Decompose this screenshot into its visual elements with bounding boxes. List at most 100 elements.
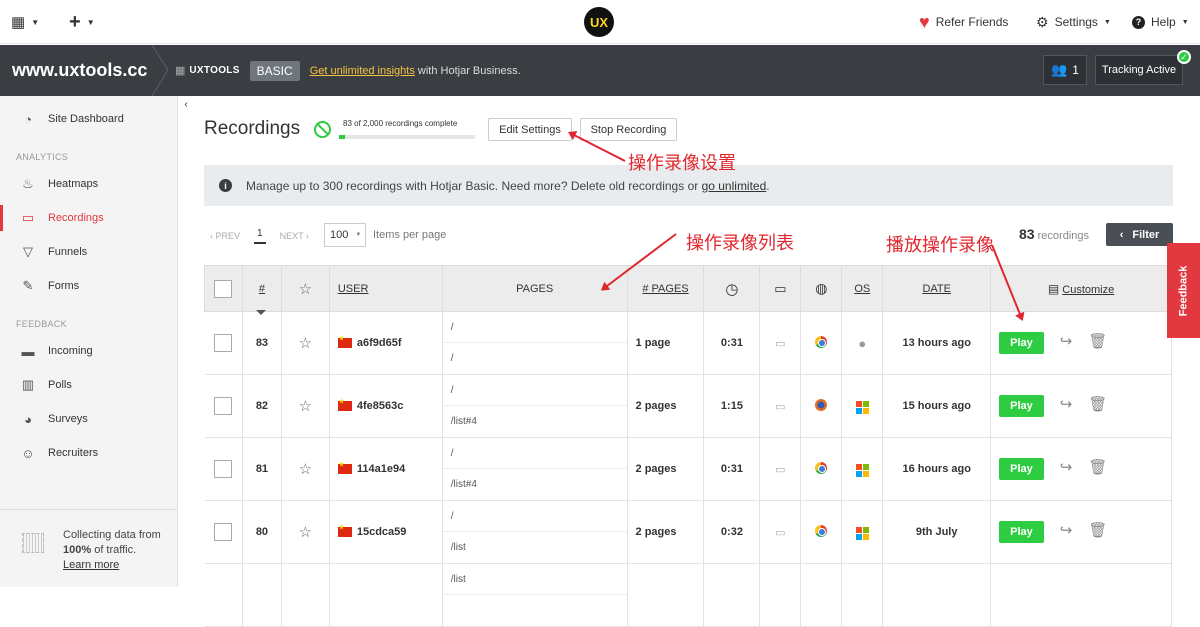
row-user[interactable]: 4fe8563c <box>329 374 443 438</box>
favorite-toggle[interactable] <box>281 563 330 627</box>
sidebar-item-surveys[interactable]: ◕ Surveys <box>0 402 178 436</box>
customize-columns[interactable]: ▤ Customize <box>990 265 1172 312</box>
sidebar-item-polls[interactable]: ▥ Polls <box>0 368 178 402</box>
per-page-select[interactable]: 100 ▼ <box>324 223 366 247</box>
table-row[interactable]: 82 ☆ 4fe8563c / /list#4 2 pages1:15 ▭ 15 hours … <box>204 374 1172 438</box>
favorite-toggle[interactable]: ☆ <box>281 500 330 564</box>
sidebar-item-incoming[interactable]: ▬ Incoming <box>0 334 178 368</box>
col-num-pages[interactable]: # PAGES <box>626 265 705 312</box>
sidebar-item-label: Forms <box>48 280 80 292</box>
trash-icon[interactable]: 🗑 <box>1088 396 1107 413</box>
play-button[interactable]: Play <box>999 521 1044 543</box>
prev-page-button[interactable]: ‹ PREV <box>210 231 240 241</box>
table-row[interactable]: /list <box>204 563 1172 627</box>
site-switcher[interactable]: ▦ ▼ <box>11 0 39 44</box>
stop-recording-button[interactable]: Stop Recording <box>580 118 677 141</box>
refer-friends-link[interactable]: ♥ Refer Friends <box>919 0 1008 44</box>
share-icon[interactable]: ↪ <box>1060 459 1073 476</box>
tracking-status-button[interactable]: Tracking Active <box>1095 55 1183 85</box>
chevron-down-icon: ▼ <box>1103 18 1111 26</box>
flame-icon: ♨ <box>22 176 34 191</box>
pagination: ‹ PREV 1 NEXT › <box>210 224 309 248</box>
row-duration: 0:31 <box>703 311 761 375</box>
collapse-sidebar-icon[interactable]: ‹ <box>179 97 193 111</box>
row-checkbox[interactable] <box>204 500 243 564</box>
current-page[interactable]: 1 <box>254 228 266 244</box>
row-os <box>841 563 884 627</box>
upsell-link[interactable]: Get unlimited insights <box>310 65 415 77</box>
row-checkbox[interactable] <box>204 563 243 627</box>
play-button[interactable]: Play <box>999 332 1044 354</box>
favorite-toggle[interactable]: ☆ <box>281 437 330 501</box>
feedback-tab[interactable]: Feedback <box>1167 243 1200 338</box>
sidebar-item-dashboard[interactable]: ◔ Site Dashboard <box>0 102 178 136</box>
collect-line1: Collecting data from <box>63 529 161 541</box>
settings-menu[interactable]: ⚙ Settings ▼ <box>1036 0 1111 44</box>
row-checkbox[interactable] <box>204 437 243 501</box>
col-user-label: USER <box>337 282 369 295</box>
filter-button[interactable]: ‹ Filter <box>1106 223 1173 246</box>
row-device: ▭ <box>759 437 802 501</box>
row-user[interactable]: a6f9d65f <box>329 311 443 375</box>
dashboard-icon: ◔ <box>24 111 32 127</box>
col-device[interactable]: ▭ <box>759 265 802 312</box>
sidebar-item-recruiters[interactable]: ☺ Recruiters <box>0 436 178 470</box>
edit-settings-button[interactable]: Edit Settings <box>488 118 572 141</box>
col-num-pages-label: # PAGES <box>642 282 689 295</box>
col-os[interactable]: OS <box>841 265 884 312</box>
col-user[interactable]: USER <box>328 265 443 312</box>
sidebar-item-recordings[interactable]: ▭ Recordings <box>0 201 178 235</box>
pie-chart-icon: ◕ <box>24 411 32 427</box>
team-users-button[interactable]: 👥 1 <box>1043 55 1087 85</box>
user-id: 15cdca59 <box>356 526 407 538</box>
row-user[interactable] <box>329 563 443 627</box>
settings-label: Settings <box>1054 15 1098 29</box>
table-row[interactable]: 81 ☆ 114a1e94 / /list#4 2 pages0:31 ▭ 16 hours … <box>204 437 1172 501</box>
play-button[interactable]: Play <box>999 395 1044 417</box>
col-duration[interactable]: ◷ <box>703 265 761 312</box>
row-num-pages: 1 page <box>627 311 705 375</box>
help-menu[interactable]: ? Help ▼ <box>1132 0 1189 44</box>
next-page-button[interactable]: NEXT › <box>280 231 309 241</box>
go-unlimited-link[interactable]: go unlimited <box>702 179 767 193</box>
learn-more-link[interactable]: Learn more <box>63 558 173 573</box>
heart-icon: ♥ <box>919 11 930 32</box>
share-icon[interactable]: ↪ <box>1060 396 1073 413</box>
row-actions: Play ↪ 🗑 <box>990 437 1172 501</box>
play-button[interactable]: Play <box>999 458 1044 480</box>
page-entry: / <box>450 353 454 364</box>
favorite-toggle[interactable]: ☆ <box>281 374 330 438</box>
col-browser[interactable]: ◍ <box>800 265 843 312</box>
add-menu[interactable]: + ▼ <box>69 0 95 44</box>
site-url[interactable]: www.uxtools.cc <box>12 45 147 96</box>
trash-icon[interactable]: 🗑 <box>1088 522 1107 539</box>
row-os <box>841 374 884 438</box>
row-user[interactable]: 15cdca59 <box>329 500 443 564</box>
share-icon[interactable]: ↪ <box>1060 333 1073 350</box>
sidebar-item-funnels[interactable]: ▽ Funnels <box>0 235 178 269</box>
col-number[interactable]: # <box>241 265 282 312</box>
hotjar-logo[interactable]: UX <box>584 7 614 37</box>
info-message: Manage up to 300 recordings with Hotjar … <box>246 178 702 193</box>
analytics-heading: ANALYTICS <box>16 152 69 162</box>
select-all-checkbox[interactable] <box>204 265 243 312</box>
row-checkbox[interactable] <box>204 374 243 438</box>
row-duration: 0:31 <box>703 437 761 501</box>
row-checkbox[interactable] <box>204 311 243 375</box>
sidebar-item-forms[interactable]: ✎ Forms <box>0 269 178 303</box>
row-user[interactable]: 114a1e94 <box>329 437 443 501</box>
col-date[interactable]: DATE <box>882 265 992 312</box>
table-row[interactable]: 83☆a6f9d65f//1 page0:31▭●13 hours agoPla… <box>204 311 1172 375</box>
users-icon: 👥 <box>1051 62 1068 77</box>
trash-icon[interactable]: 🗑 <box>1088 459 1107 476</box>
col-favorite[interactable]: ☆ <box>280 265 330 312</box>
clock-icon: ◷ <box>725 280 739 298</box>
bar-chart-icon: ▥ <box>21 377 35 392</box>
chevron-down-icon: ▼ <box>86 17 95 27</box>
favorite-toggle[interactable]: ☆ <box>281 311 330 375</box>
share-icon[interactable]: ↪ <box>1060 522 1073 539</box>
sidebar-item-heatmaps[interactable]: ♨ Heatmaps <box>0 167 178 201</box>
table-row[interactable]: 80☆15cdca59//list2 pages0:32▭9th JulyPla… <box>204 500 1172 564</box>
trash-icon[interactable]: 🗑 <box>1088 333 1107 350</box>
chevron-down-icon: ▼ <box>31 17 40 27</box>
